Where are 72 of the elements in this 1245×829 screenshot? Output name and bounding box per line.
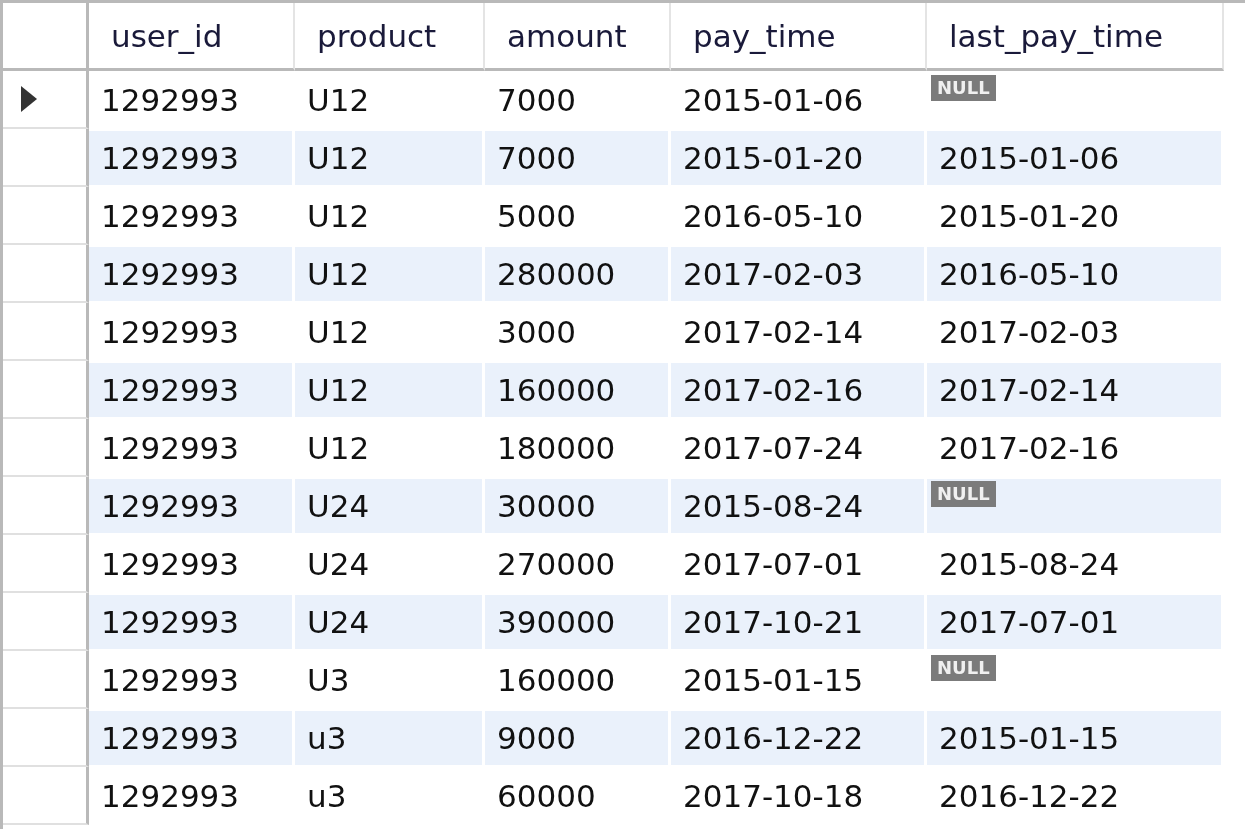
table-cell: U12 <box>295 247 482 301</box>
table-cell: 30000 <box>485 479 668 533</box>
null-badge: NULL <box>931 75 996 101</box>
table-cell: U12 <box>295 363 482 417</box>
column-header[interactable]: user_id <box>89 3 295 71</box>
null-badge: NULL <box>931 481 996 507</box>
table-cell-text: 2017-10-18 <box>682 777 865 816</box>
table-cell: 2017-02-03 <box>671 247 924 301</box>
table-cell: 1292993 <box>89 131 292 185</box>
table-cell: 2015-01-20 <box>671 131 924 185</box>
table-cell: 160000 <box>485 363 668 417</box>
table-cell: 2016-05-10 <box>927 247 1221 301</box>
table-cell: 7000 <box>485 131 668 185</box>
table-cell-text: 2015-01-06 <box>682 81 865 120</box>
table-cell-text: 5000 <box>496 197 577 236</box>
table-cell-text: 2015-01-20 <box>938 197 1121 236</box>
table-cell-text: U12 <box>306 81 371 120</box>
table-cell-text: 160000 <box>496 661 617 700</box>
table-cell: 1292993 <box>89 595 292 649</box>
table-cell-text: 7000 <box>496 81 577 120</box>
table-cell-text: u3 <box>306 777 348 816</box>
table-cell: 1292993 <box>89 711 292 765</box>
table-cell: 9000 <box>485 711 668 765</box>
row-header[interactable] <box>3 71 89 129</box>
table-cell-text: 1292993 <box>100 429 241 468</box>
table-cell-text: 3000 <box>496 313 577 352</box>
table-cell: 2015-01-15 <box>927 711 1221 765</box>
table-cell-text: U12 <box>306 429 371 468</box>
table-cell: 2015-01-06 <box>927 131 1221 185</box>
table-cell-text: 2017-02-14 <box>682 313 865 352</box>
table-cell-text: 1292993 <box>100 545 241 584</box>
table-cell-text: 2017-02-16 <box>938 429 1121 468</box>
current-row-icon <box>21 86 37 112</box>
table-cell: 2017-02-14 <box>927 363 1221 417</box>
table-cell-text: U12 <box>306 313 371 352</box>
table-cell: 280000 <box>485 247 668 301</box>
table-cell: 1292993 <box>89 479 292 533</box>
table-cell: 2017-10-21 <box>671 595 924 649</box>
column-header[interactable]: pay_time <box>671 3 927 71</box>
table-cell: 2017-07-01 <box>927 595 1221 649</box>
table-cell-text: 60000 <box>496 777 597 816</box>
table-cell: 390000 <box>485 595 668 649</box>
table-cell-text: U12 <box>306 197 371 236</box>
table-cell-text: 1292993 <box>100 661 241 700</box>
table-cell: 2017-02-16 <box>671 363 924 417</box>
table-cell: U24 <box>295 479 482 533</box>
null-badge: NULL <box>931 655 996 681</box>
table-cell-text: 2016-12-22 <box>938 777 1121 816</box>
table-cell-text: 2017-07-01 <box>682 545 865 584</box>
table-cell-text: U3 <box>306 661 351 700</box>
column-header[interactable]: last_pay_time <box>927 3 1224 71</box>
table-cell-text: 180000 <box>496 429 617 468</box>
table-cell-text: 270000 <box>496 545 617 584</box>
table-cell: U12 <box>295 131 482 185</box>
table-cell: 1292993 <box>89 363 292 417</box>
column-header[interactable]: amount <box>485 3 671 71</box>
table-cell-text: 1292993 <box>100 313 241 352</box>
table-cell: 2015-08-24 <box>671 479 924 533</box>
table-cell-text: 2016-05-10 <box>682 197 865 236</box>
table-cell-text: 1292993 <box>100 197 241 236</box>
table-cell-text: 2015-01-15 <box>682 661 865 700</box>
table-cell: u3 <box>295 711 482 765</box>
column-header[interactable]: product <box>295 3 485 71</box>
table-cell-text: 1292993 <box>100 777 241 816</box>
table-cell: 1292993 <box>89 247 292 301</box>
table-cell: U24 <box>295 595 482 649</box>
table-cell-text: 1292993 <box>100 81 241 120</box>
table-cell-text: U24 <box>306 545 371 584</box>
table-cell-text: 2017-02-03 <box>938 313 1121 352</box>
table-cell-text: 2015-08-24 <box>938 545 1121 584</box>
table-cell: 2016-12-22 <box>671 711 924 765</box>
table-cell-text: 2017-07-24 <box>682 429 865 468</box>
